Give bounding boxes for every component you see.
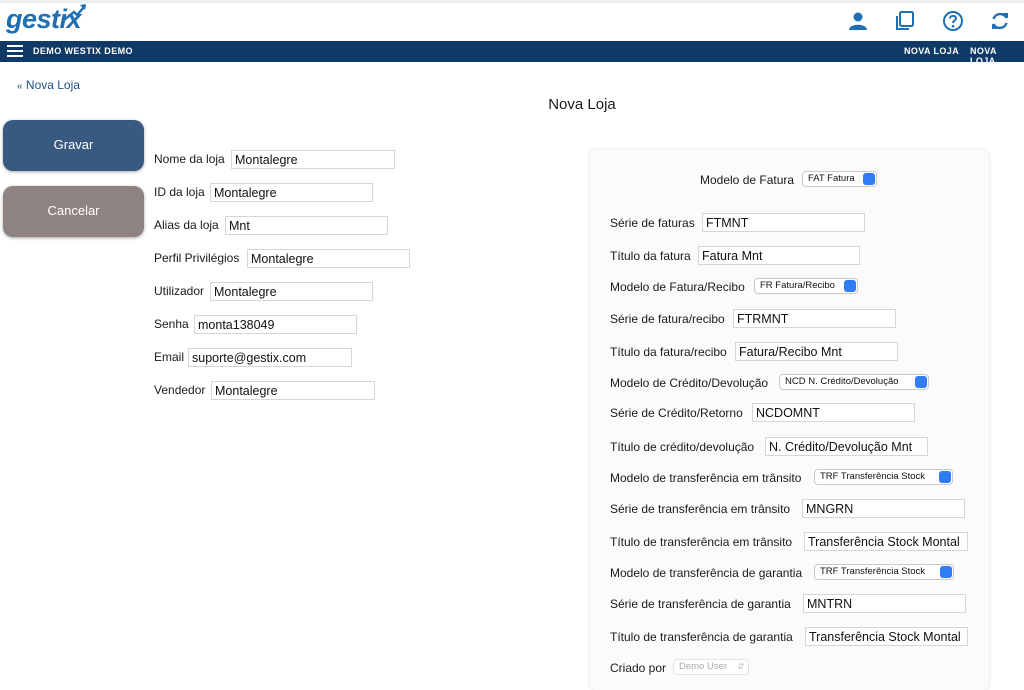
email-input[interactable]: suporte@gestix.com	[188, 348, 352, 367]
store-name-input[interactable]: Montalegre	[231, 150, 395, 169]
back-link[interactable]: « Nova Loja	[17, 78, 80, 92]
transit-transfer-series-input[interactable]: MNGRN	[802, 499, 965, 518]
menu-icon[interactable]	[7, 45, 23, 58]
select-chevron-icon	[863, 173, 875, 185]
invoice-receipt-model-value: FR Fatura/Recibo	[760, 280, 835, 291]
credit-return-model-label: Modelo de Crédito/Devolução	[610, 376, 769, 390]
invoice-series-input[interactable]: FTMNT	[702, 213, 865, 232]
nav-item-nova-loja[interactable]: NOVA LOJA	[904, 46, 959, 56]
copy-icon[interactable]	[894, 10, 916, 32]
invoice-receipt-model-select[interactable]: FR Fatura/Recibo	[754, 278, 858, 294]
privileges-profile-input[interactable]: Montalegre	[247, 249, 410, 268]
select-chevron-icon	[939, 471, 951, 483]
transit-transfer-title-input[interactable]: Transferência Stock Montal	[804, 532, 968, 551]
invoice-title-input[interactable]: Fatura Mnt	[698, 246, 860, 265]
warranty-transfer-series-label: Série de transferência de garantia	[610, 597, 791, 611]
transit-transfer-title-label: Título de transferência em trânsito	[610, 535, 793, 549]
warranty-transfer-model-label: Modelo de transferência de garantia	[610, 566, 803, 580]
transit-transfer-model-value: TRF Transferência Stock	[820, 471, 926, 482]
select-chevron-icon	[915, 376, 927, 388]
nav-item-nova-loja-2[interactable]: NOVA LOJA	[970, 46, 1024, 66]
invoice-series-label: Série de faturas	[610, 216, 695, 230]
transit-transfer-model-label: Modelo de transferência em trânsito	[610, 471, 802, 485]
store-alias-label: Alias da loja	[154, 218, 219, 232]
store-name-label: Nome da loja	[154, 152, 225, 166]
logo-arrow-icon	[63, 4, 86, 21]
store-id-input[interactable]: Montalegre	[210, 183, 373, 202]
email-label: Email	[154, 350, 185, 364]
salesperson-input[interactable]: Montalegre	[211, 381, 375, 400]
select-chevron-icon	[844, 280, 856, 292]
gestix-logo[interactable]: gestix	[6, 4, 86, 35]
transit-transfer-model-select[interactable]: TRF Transferência Stock	[814, 469, 953, 485]
company-name[interactable]: DEMO WESTIX DEMO	[33, 46, 133, 56]
store-alias-input[interactable]: Mnt	[225, 216, 388, 235]
invoice-title-label: Título da fatura	[610, 249, 691, 263]
credit-return-title-label: Título de crédito/devolução	[610, 440, 755, 454]
privileges-profile-label: Perfil Privilégios	[154, 251, 240, 265]
select-chevron-icon: ⇵	[737, 662, 745, 671]
invoice-model-select[interactable]: FAT Fatura	[802, 171, 877, 187]
credit-return-series-input[interactable]: NCDOMNT	[752, 403, 915, 422]
select-chevron-icon	[940, 566, 952, 578]
created-by-label: Criado por	[610, 661, 667, 675]
page-title: Nova Loja	[548, 96, 616, 113]
warranty-transfer-title-input[interactable]: Transferência Stock Montal	[805, 627, 968, 646]
salesperson-label: Vendedor	[154, 383, 206, 397]
warranty-transfer-model-value: TRF Transferência Stock	[820, 566, 926, 577]
password-label: Senha	[154, 317, 189, 331]
invoice-model-label: Modelo de Fatura	[700, 173, 795, 187]
credit-return-title-input[interactable]: N. Crédito/Devolução Mnt	[765, 437, 928, 456]
transit-transfer-series-label: Série de transferência em trânsito	[610, 502, 791, 516]
password-input[interactable]: monta138049	[194, 315, 357, 334]
invoice-receipt-title-input[interactable]: Fatura/Recibo Mnt	[735, 342, 898, 361]
invoice-receipt-series-label: Série de fatura/recibo	[610, 312, 725, 326]
credit-return-model-value: NCD N. Crédito/Devolução	[785, 376, 899, 387]
back-link-label: Nova Loja	[25, 78, 80, 92]
user-label: Utilizador	[154, 284, 205, 298]
cancel-button[interactable]: Cancelar	[3, 186, 144, 237]
refresh-icon[interactable]	[989, 10, 1011, 32]
warranty-transfer-model-select[interactable]: TRF Transferência Stock	[814, 564, 954, 580]
user-input[interactable]: Montalegre	[210, 282, 373, 301]
save-button[interactable]: Gravar	[3, 120, 144, 171]
warranty-transfer-title-label: Título de transferência de garantia	[610, 630, 793, 644]
created-by-select: Demo User ⇵	[673, 659, 749, 675]
credit-return-model-select[interactable]: NCD N. Crédito/Devolução	[779, 374, 929, 390]
invoice-receipt-title-label: Título da fatura/recibo	[610, 345, 727, 359]
credit-return-series-label: Série de Crédito/Retorno	[610, 406, 743, 420]
nav-bar	[0, 41, 1024, 62]
top-bar	[0, 0, 1024, 41]
help-icon[interactable]	[942, 10, 964, 32]
invoice-receipt-model-label: Modelo de Fatura/Recibo	[610, 280, 745, 294]
invoice-model-value: FAT Fatura	[808, 173, 855, 184]
store-id-label: ID da loja	[154, 185, 205, 199]
warranty-transfer-series-input[interactable]: MNTRN	[803, 594, 966, 613]
user-icon[interactable]	[847, 10, 869, 32]
double-chevron-left-icon: «	[17, 81, 23, 92]
created-by-value: Demo User	[679, 661, 728, 672]
top-divider	[0, 0, 1024, 3]
invoice-receipt-series-input[interactable]: FTRMNT	[733, 309, 896, 328]
